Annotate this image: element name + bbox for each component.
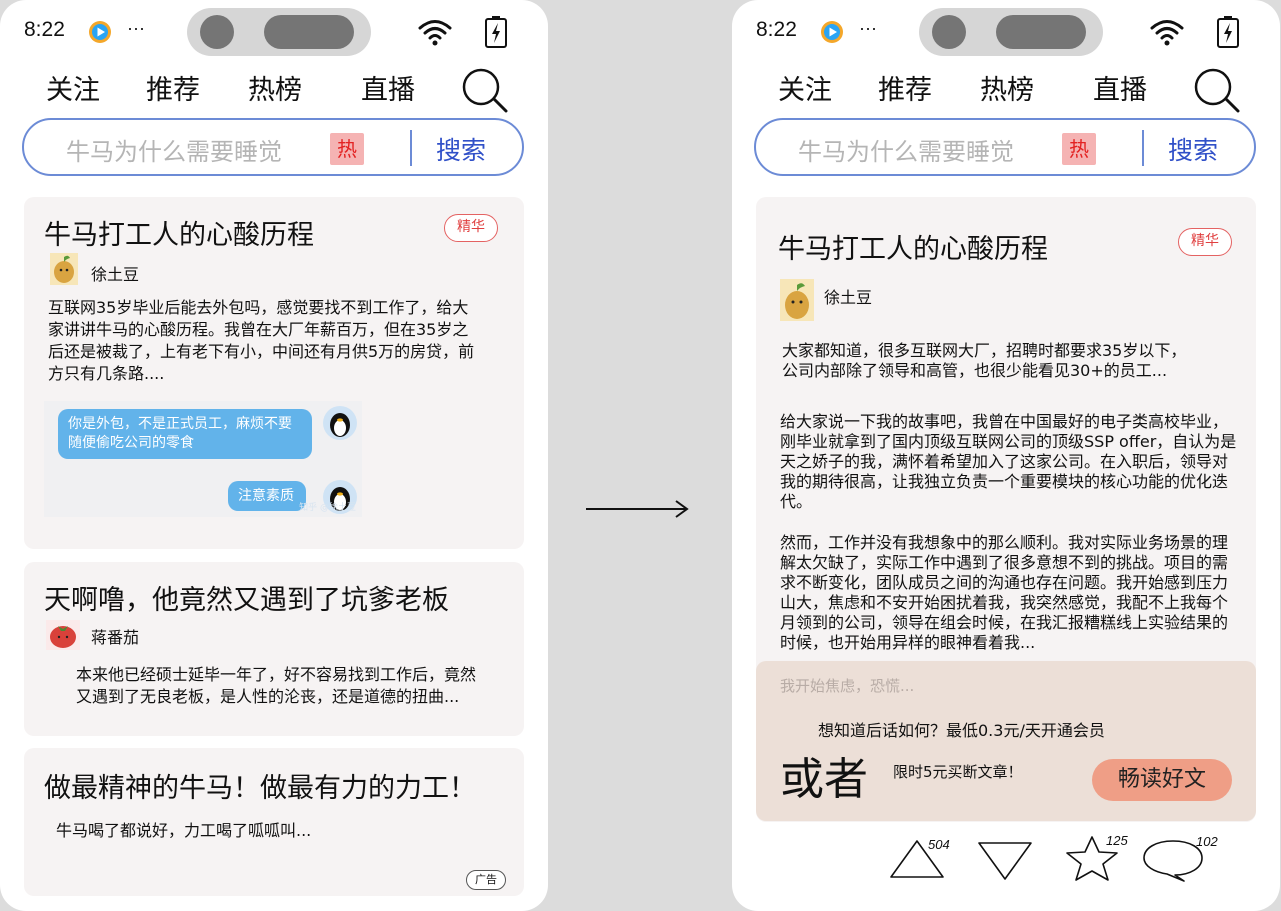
upvote-count: 504 [928,837,950,852]
downvote-icon[interactable] [976,840,1034,882]
search-icon[interactable] [460,68,508,114]
search-bar[interactable]: 牛马为什么需要睡觉 热 搜索 [22,118,524,176]
wifi-icon [418,20,452,46]
phone-article-screen: 8:22 ··· 关注 推荐 热榜 直播 牛马为什么需要睡觉 热 搜索 牛马打工… [732,0,1280,911]
tab-recommend[interactable]: 推荐 [878,68,932,107]
author-name[interactable]: 徐土豆 [91,261,139,285]
tab-hot-list[interactable]: 热榜 [248,68,302,107]
feed-card-ad[interactable]: 做最精神的牛马！做最有力的力工！ 牛马喝了都说好，力工喝了呱呱叫... 广告 [24,748,524,896]
buyout-offer[interactable]: 限时5元买断文章！ [893,761,1023,782]
card-excerpt: 本来他已经硕士延毕一年了，好不容易找到工作后，竟然又遇到了无良老板，是人性的沦丧… [76,665,477,706]
article-title: 牛马打工人的心酸历程 [778,234,1048,265]
status-bar: 8:22 ··· [732,0,1280,62]
featured-badge: 精华 [444,214,498,242]
hot-badge: 热 [1062,133,1096,165]
phone-feed-screen: 8:22 ··· 关注 推荐 热榜 直播 牛马为什么需要睡觉 热 搜索 牛马打工… [0,0,548,911]
search-divider [1142,130,1144,166]
avatar[interactable] [46,620,80,650]
dynamic-island [187,8,371,56]
membership-offer[interactable]: 想知道后话如何？最低0.3元/天开通会员 [818,717,1105,741]
card-excerpt: 互联网35岁毕业后能去外包吗，感觉要找不到工作了，给大家讲讲牛马的心酸历程。我曾… [48,298,475,383]
status-time: 8:22 [24,18,65,41]
tab-live[interactable]: 直播 [1093,68,1147,107]
search-divider [410,130,412,166]
chat-bubble: 你是外包，不是正式员工，麻烦不要随便偷吃公司的零食 [58,409,312,459]
card-title[interactable]: 做最精神的牛马！做最有力的力工！ [44,766,476,805]
avatar[interactable] [780,279,814,321]
card-excerpt: 牛马喝了都说好，力工喝了呱呱叫... [56,821,312,840]
card-title[interactable]: 天啊噜，他竟然又遇到了坑爹老板 [44,578,449,617]
video-app-icon [89,21,111,43]
comment-count: 102 [1196,834,1218,849]
tab-recommend[interactable]: 推荐 [146,68,200,107]
status-time: 8:22 [756,18,797,41]
top-nav: 关注 推荐 热榜 直播 [732,64,1280,114]
wifi-icon [1150,20,1184,46]
transition-arrow-icon [586,500,689,518]
card-title[interactable]: 牛马打工人的心酸历程 [44,213,314,252]
avatar[interactable] [50,253,78,285]
hot-badge: 热 [330,133,364,165]
paywall-faded-text: 我开始焦虑，恐慌... [780,677,915,695]
article-paragraph: 然而，工作并没有我想象中的那么顺利。我对实际业务场景的理解太欠缺了，实际工作中遇… [780,533,1229,652]
battery-charging-icon [1217,16,1239,48]
search-button[interactable]: 搜索 [1168,131,1218,167]
status-more: ··· [127,18,145,38]
status-more: ··· [859,18,877,38]
feed-card-essay[interactable]: 牛马打工人的心酸历程 精华 徐土豆 互联网35岁毕业后能去外包吗，感觉要找不到工… [24,197,524,549]
article-card: 牛马打工人的心酸历程 精华 徐土豆 大家都知道，很多互联网大厂，招聘时都要求35… [756,197,1256,822]
dynamic-island [919,8,1103,56]
chat-screenshot-image: 你是外包，不是正式员工，麻烦不要随便偷吃公司的零食 注意素质 知乎 @徐土豆 [44,401,362,517]
comment-icon[interactable] [1142,838,1204,882]
article-paragraph: 给大家说一下我的故事吧，我曾在中国最好的电子类高校毕业，刚毕业就拿到了国内顶级互… [780,412,1237,511]
read-article-button[interactable]: 畅读好文 [1092,759,1232,801]
featured-badge: 精华 [1178,228,1232,256]
image-watermark: 知乎 @徐土豆 [299,503,356,513]
status-bar: 8:22 ··· [0,0,548,62]
video-app-icon [821,21,843,43]
paywall-panel: 我开始焦虑，恐慌... 想知道后话如何？最低0.3元/天开通会员 或者 限时5元… [756,661,1256,821]
chat-bubble: 注意素质 [228,481,306,511]
tab-follow[interactable]: 关注 [46,68,100,107]
tab-live[interactable]: 直播 [361,68,415,107]
battery-charging-icon [485,16,507,48]
ad-badge: 广告 [466,870,506,890]
search-button[interactable]: 搜索 [436,131,486,167]
search-placeholder[interactable]: 牛马为什么需要睡觉 [66,132,282,167]
search-icon[interactable] [1192,68,1240,114]
top-nav: 关注 推荐 热榜 直播 [0,64,548,114]
feed-card-story[interactable]: 天啊噜，他竟然又遇到了坑爹老板 蒋番茄 本来他已经硕士延毕一年了，好不容易找到工… [24,562,524,736]
tab-hot-list[interactable]: 热榜 [980,68,1034,107]
search-bar[interactable]: 牛马为什么需要睡觉 热 搜索 [754,118,1256,176]
search-placeholder[interactable]: 牛马为什么需要睡觉 [798,132,1014,167]
author-name[interactable]: 徐土豆 [824,284,872,308]
star-count: 125 [1106,833,1128,848]
or-label: 或者 [780,754,868,805]
author-name[interactable]: 蒋番茄 [91,624,139,648]
penguin-avatar-icon [323,406,357,440]
tab-follow[interactable]: 关注 [778,68,832,107]
article-paragraph: 大家都知道，很多互联网大厂，招聘时都要求35岁以下，公司内部除了领导和高管，也很… [782,341,1187,380]
